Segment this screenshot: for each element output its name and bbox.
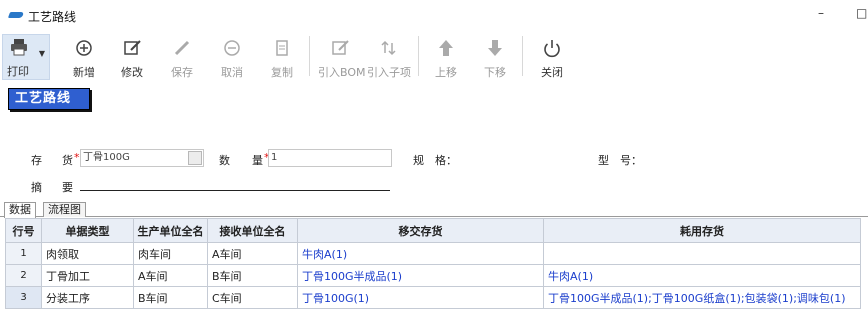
summary-label-a: 摘 [31,181,42,194]
toolbar-separator [309,36,310,76]
table-row[interactable]: 1 肉领取 肉车间 A车间 牛肉A(1) [5,242,861,265]
tab-strip: 数据 流程图 [0,202,868,218]
toolbar-separator [522,36,523,76]
copy-button[interactable]: 复制 [264,36,300,80]
toolbar: ▼ 打印 新增 修改 保存 取消 复制 引入BOM 引入子项 上移 下移 关闭 [0,30,868,82]
prod-unit-cell[interactable]: 肉车间 [133,242,208,265]
add-button[interactable]: 新增 [66,36,102,80]
edit-icon [124,40,141,55]
toolbar-separator [418,36,419,76]
consume-cell[interactable]: 牛肉A(1) [543,264,861,287]
add-label: 新增 [73,66,95,79]
column-header-doc-type[interactable]: 单据类型 [41,218,134,243]
chevron-down-icon[interactable]: ▼ [39,49,45,58]
table-header-row: 行号 单据类型 生产单位全名 接收单位全名 移交存货 耗用存货 [5,218,861,243]
edit-icon [332,40,349,55]
prod-unit-cell[interactable]: A车间 [133,264,208,287]
transfer-cell[interactable]: 丁骨100G半成品(1) [297,264,544,287]
column-header-prod-unit[interactable]: 生产单位全名 [133,218,208,243]
import-bom-label: 引入BOM [318,66,366,79]
summary-input[interactable] [80,177,390,191]
move-up-button[interactable]: 上移 [428,36,464,80]
plus-circle-icon [76,40,92,56]
tab-flowchart[interactable]: 流程图 [43,202,86,217]
table-row[interactable]: 3 分装工序 B车间 C车间 丁骨100G(1) 丁骨100G半成品(1);丁骨… [5,286,861,309]
import-bom-button[interactable]: 引入BOM [318,36,366,80]
row-number: 1 [5,242,42,265]
column-header-consume[interactable]: 耗用存货 [543,218,861,243]
recv-unit-cell[interactable]: C车间 [207,286,298,309]
title-bar: 工艺路线 – □ [0,0,868,30]
table-row[interactable]: 2 丁骨加工 A车间 B车间 丁骨100G半成品(1) 牛肉A(1) [5,264,861,287]
doc-type-cell[interactable]: 肉领取 [41,242,134,265]
minus-circle-icon [224,40,240,56]
edit-label: 修改 [121,66,143,79]
sort-arrows-icon [381,40,396,56]
doc-type-cell[interactable]: 分装工序 [41,286,134,309]
print-label: 打印 [7,65,29,78]
copy-label: 复制 [271,66,293,79]
summary-label-b: 要 [62,181,73,194]
import-sub-button[interactable]: 引入子项 [366,36,412,80]
tab-data[interactable]: 数据 [4,202,36,218]
minimize-button[interactable]: – [818,6,824,20]
row-number: 2 [5,264,42,287]
column-header-recv-unit[interactable]: 接收单位全名 [207,218,298,243]
save-button[interactable]: 保存 [164,36,200,80]
quantity-label-a: 数 [219,154,230,167]
quantity-input[interactable]: 1 [268,149,392,167]
move-down-button[interactable]: 下移 [477,36,513,80]
model-label: 型 号： [598,154,642,167]
column-header-row-no[interactable]: 行号 [5,218,42,243]
save-label: 保存 [171,66,193,79]
pen-icon [174,40,190,56]
transfer-cell[interactable]: 丁骨100G(1) [297,286,544,309]
recv-unit-cell[interactable]: B车间 [207,264,298,287]
move-up-label: 上移 [435,66,457,79]
window-title: 工艺路线 [28,10,77,24]
close-label: 关闭 [541,66,563,79]
power-icon [544,40,560,58]
consume-cell[interactable]: 丁骨100G半成品(1);丁骨100G纸盒(1);包装袋(1);调味包(1) [543,286,861,309]
app-icon [7,12,25,18]
import-sub-label: 引入子项 [367,66,411,79]
doc-type-cell[interactable]: 丁骨加工 [41,264,134,287]
inventory-input[interactable]: 丁骨100G [80,149,204,167]
print-button[interactable]: ▼ 打印 [2,34,50,80]
column-header-transfer[interactable]: 移交存货 [297,218,544,243]
transfer-cell[interactable]: 牛肉A(1) [297,242,544,265]
maximize-button[interactable]: □ [856,6,867,20]
consume-cell[interactable] [543,242,861,265]
inventory-label-a: 存 [31,154,42,167]
move-down-label: 下移 [484,66,506,79]
edit-button[interactable]: 修改 [114,36,150,80]
recv-unit-cell[interactable]: A车间 [207,242,298,265]
quantity-label-b: 量 [252,154,263,167]
inventory-label-b: 货 [62,154,73,167]
page-title: 工艺路线 [8,88,90,110]
document-icon [276,40,288,56]
arrow-up-icon [439,40,453,56]
reference-button[interactable] [188,151,202,165]
route-table: 行号 单据类型 生产单位全名 接收单位全名 移交存货 耗用存货 1 肉领取 肉车… [5,218,861,309]
close-button[interactable]: 关闭 [534,36,570,80]
prod-unit-cell[interactable]: B车间 [133,286,208,309]
required-mark: * [74,151,80,164]
spec-label: 规 格： [413,154,457,167]
row-number: 3 [5,286,42,309]
printer-icon [11,39,27,56]
cancel-label: 取消 [221,66,243,79]
arrow-down-icon [488,40,502,56]
cancel-button[interactable]: 取消 [214,36,250,80]
